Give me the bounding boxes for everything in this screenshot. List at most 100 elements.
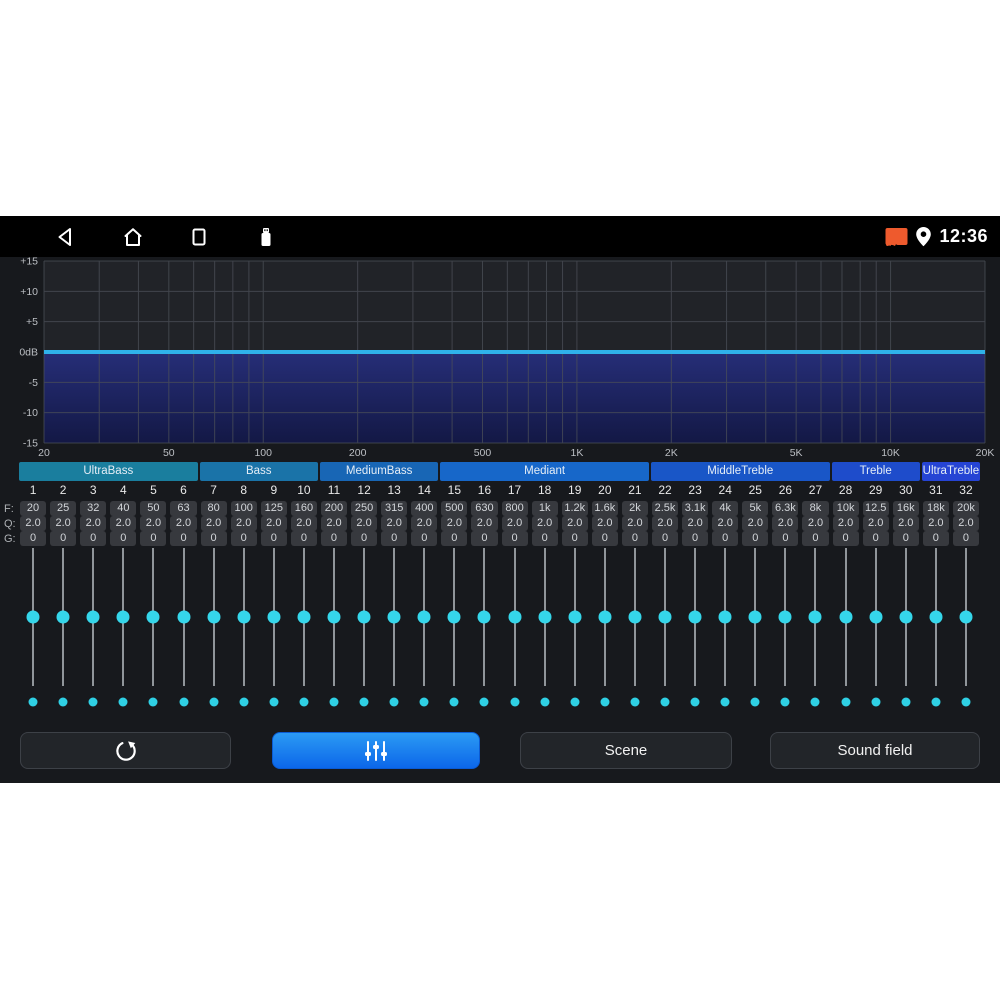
slider-knob[interactable] <box>568 610 582 624</box>
slider-knob[interactable] <box>508 610 522 624</box>
freq-value-chip[interactable]: 1.2k <box>561 501 588 516</box>
gain-slider[interactable] <box>319 548 349 712</box>
gain-value-chip[interactable]: 0 <box>140 531 167 546</box>
slider-knob[interactable] <box>447 610 461 624</box>
freq-value-chip[interactable]: 2.5k <box>651 501 679 516</box>
q-value-chip[interactable]: 2.0 <box>381 516 408 531</box>
freq-value-chip[interactable]: 315 <box>381 501 408 516</box>
slider-knob[interactable] <box>267 610 281 624</box>
q-value-chip[interactable]: 2.0 <box>531 516 558 531</box>
gain-slider[interactable] <box>620 548 650 712</box>
gain-value-chip[interactable]: 0 <box>471 531 498 546</box>
gain-value-chip[interactable]: 0 <box>80 531 107 546</box>
gain-value-chip[interactable]: 0 <box>351 531 378 546</box>
gain-slider[interactable] <box>469 548 499 712</box>
q-value-chip[interactable]: 2.0 <box>862 516 889 531</box>
gain-slider[interactable] <box>800 548 830 712</box>
gain-slider[interactable] <box>560 548 590 712</box>
q-value-chip[interactable]: 2.0 <box>411 516 438 531</box>
recents-icon[interactable] <box>187 225 211 249</box>
gain-slider[interactable] <box>891 548 921 712</box>
freq-value-chip[interactable]: 200 <box>320 501 348 516</box>
q-value-chip[interactable]: 2.0 <box>260 516 287 531</box>
slider-knob[interactable] <box>357 610 371 624</box>
scene-button[interactable]: Scene <box>520 732 732 769</box>
freq-value-chip[interactable]: 5k <box>742 501 769 516</box>
freq-value-chip[interactable]: 1.6k <box>591 501 618 516</box>
q-value-chip[interactable]: 2.0 <box>200 516 227 531</box>
gain-value-chip[interactable]: 0 <box>862 531 889 546</box>
slider-knob[interactable] <box>417 610 431 624</box>
slider-knob[interactable] <box>899 610 913 624</box>
gain-value-chip[interactable]: 0 <box>381 531 408 546</box>
q-value-chip[interactable]: 2.0 <box>742 516 769 531</box>
home-icon[interactable] <box>121 225 145 249</box>
slider-knob[interactable] <box>146 610 160 624</box>
freq-value-chip[interactable]: 16k <box>892 501 919 516</box>
freq-value-chip[interactable]: 500 <box>441 501 468 516</box>
q-value-chip[interactable]: 2.0 <box>80 516 107 531</box>
freq-value-chip[interactable]: 8k <box>802 501 829 516</box>
gain-value-chip[interactable]: 0 <box>682 531 709 546</box>
back-icon[interactable] <box>54 225 78 249</box>
freq-value-chip[interactable]: 63 <box>170 501 197 516</box>
q-value-chip[interactable]: 2.0 <box>290 516 317 531</box>
gain-slider[interactable] <box>259 548 289 712</box>
freq-value-chip[interactable]: 250 <box>351 501 378 516</box>
gain-slider[interactable] <box>740 548 770 712</box>
gain-slider[interactable] <box>289 548 319 712</box>
slider-knob[interactable] <box>26 610 40 624</box>
q-value-chip[interactable]: 2.0 <box>802 516 829 531</box>
slider-knob[interactable] <box>598 610 612 624</box>
gain-slider[interactable] <box>770 548 800 712</box>
gain-slider[interactable] <box>921 548 951 712</box>
freq-value-chip[interactable]: 25 <box>50 501 77 516</box>
q-value-chip[interactable]: 2.0 <box>20 516 47 531</box>
slider-knob[interactable] <box>929 610 943 624</box>
gain-value-chip[interactable]: 0 <box>742 531 769 546</box>
gain-value-chip[interactable]: 0 <box>170 531 197 546</box>
gain-value-chip[interactable]: 0 <box>892 531 919 546</box>
gain-slider[interactable] <box>680 548 710 712</box>
gain-slider[interactable] <box>409 548 439 712</box>
q-value-chip[interactable]: 2.0 <box>772 516 799 531</box>
freq-value-chip[interactable]: 630 <box>471 501 498 516</box>
slider-knob[interactable] <box>808 610 822 624</box>
gain-value-chip[interactable]: 0 <box>441 531 468 546</box>
freq-value-chip[interactable]: 32 <box>80 501 107 516</box>
freq-value-chip[interactable]: 80 <box>200 501 227 516</box>
gain-value-chip[interactable]: 0 <box>712 531 739 546</box>
q-value-chip[interactable]: 2.0 <box>170 516 197 531</box>
gain-value-chip[interactable]: 0 <box>200 531 227 546</box>
slider-knob[interactable] <box>387 610 401 624</box>
slider-knob[interactable] <box>748 610 762 624</box>
q-value-chip[interactable]: 2.0 <box>892 516 919 531</box>
freq-value-chip[interactable]: 20k <box>952 501 979 516</box>
slider-knob[interactable] <box>658 610 672 624</box>
q-value-chip[interactable]: 2.0 <box>351 516 378 531</box>
slider-knob[interactable] <box>297 610 311 624</box>
freq-value-chip[interactable]: 2k <box>621 501 648 516</box>
freq-value-chip[interactable]: 40 <box>110 501 137 516</box>
slider-knob[interactable] <box>177 610 191 624</box>
q-value-chip[interactable]: 2.0 <box>501 516 528 531</box>
gain-slider[interactable] <box>861 548 891 712</box>
freq-value-chip[interactable]: 400 <box>411 501 438 516</box>
q-value-chip[interactable]: 2.0 <box>832 516 859 531</box>
gain-slider[interactable] <box>229 548 259 712</box>
gain-value-chip[interactable]: 0 <box>772 531 799 546</box>
slider-knob[interactable] <box>477 610 491 624</box>
gain-slider[interactable] <box>138 548 168 712</box>
gain-value-chip[interactable]: 0 <box>802 531 829 546</box>
slider-knob[interactable] <box>688 610 702 624</box>
freq-value-chip[interactable]: 125 <box>260 501 287 516</box>
gain-value-chip[interactable]: 0 <box>260 531 287 546</box>
q-value-chip[interactable]: 2.0 <box>952 516 979 531</box>
gain-value-chip[interactable]: 0 <box>952 531 979 546</box>
slider-knob[interactable] <box>839 610 853 624</box>
q-value-chip[interactable]: 2.0 <box>50 516 77 531</box>
freq-value-chip[interactable]: 800 <box>501 501 528 516</box>
gain-slider[interactable] <box>78 548 108 712</box>
q-value-chip[interactable]: 2.0 <box>561 516 588 531</box>
gain-slider[interactable] <box>831 548 861 712</box>
